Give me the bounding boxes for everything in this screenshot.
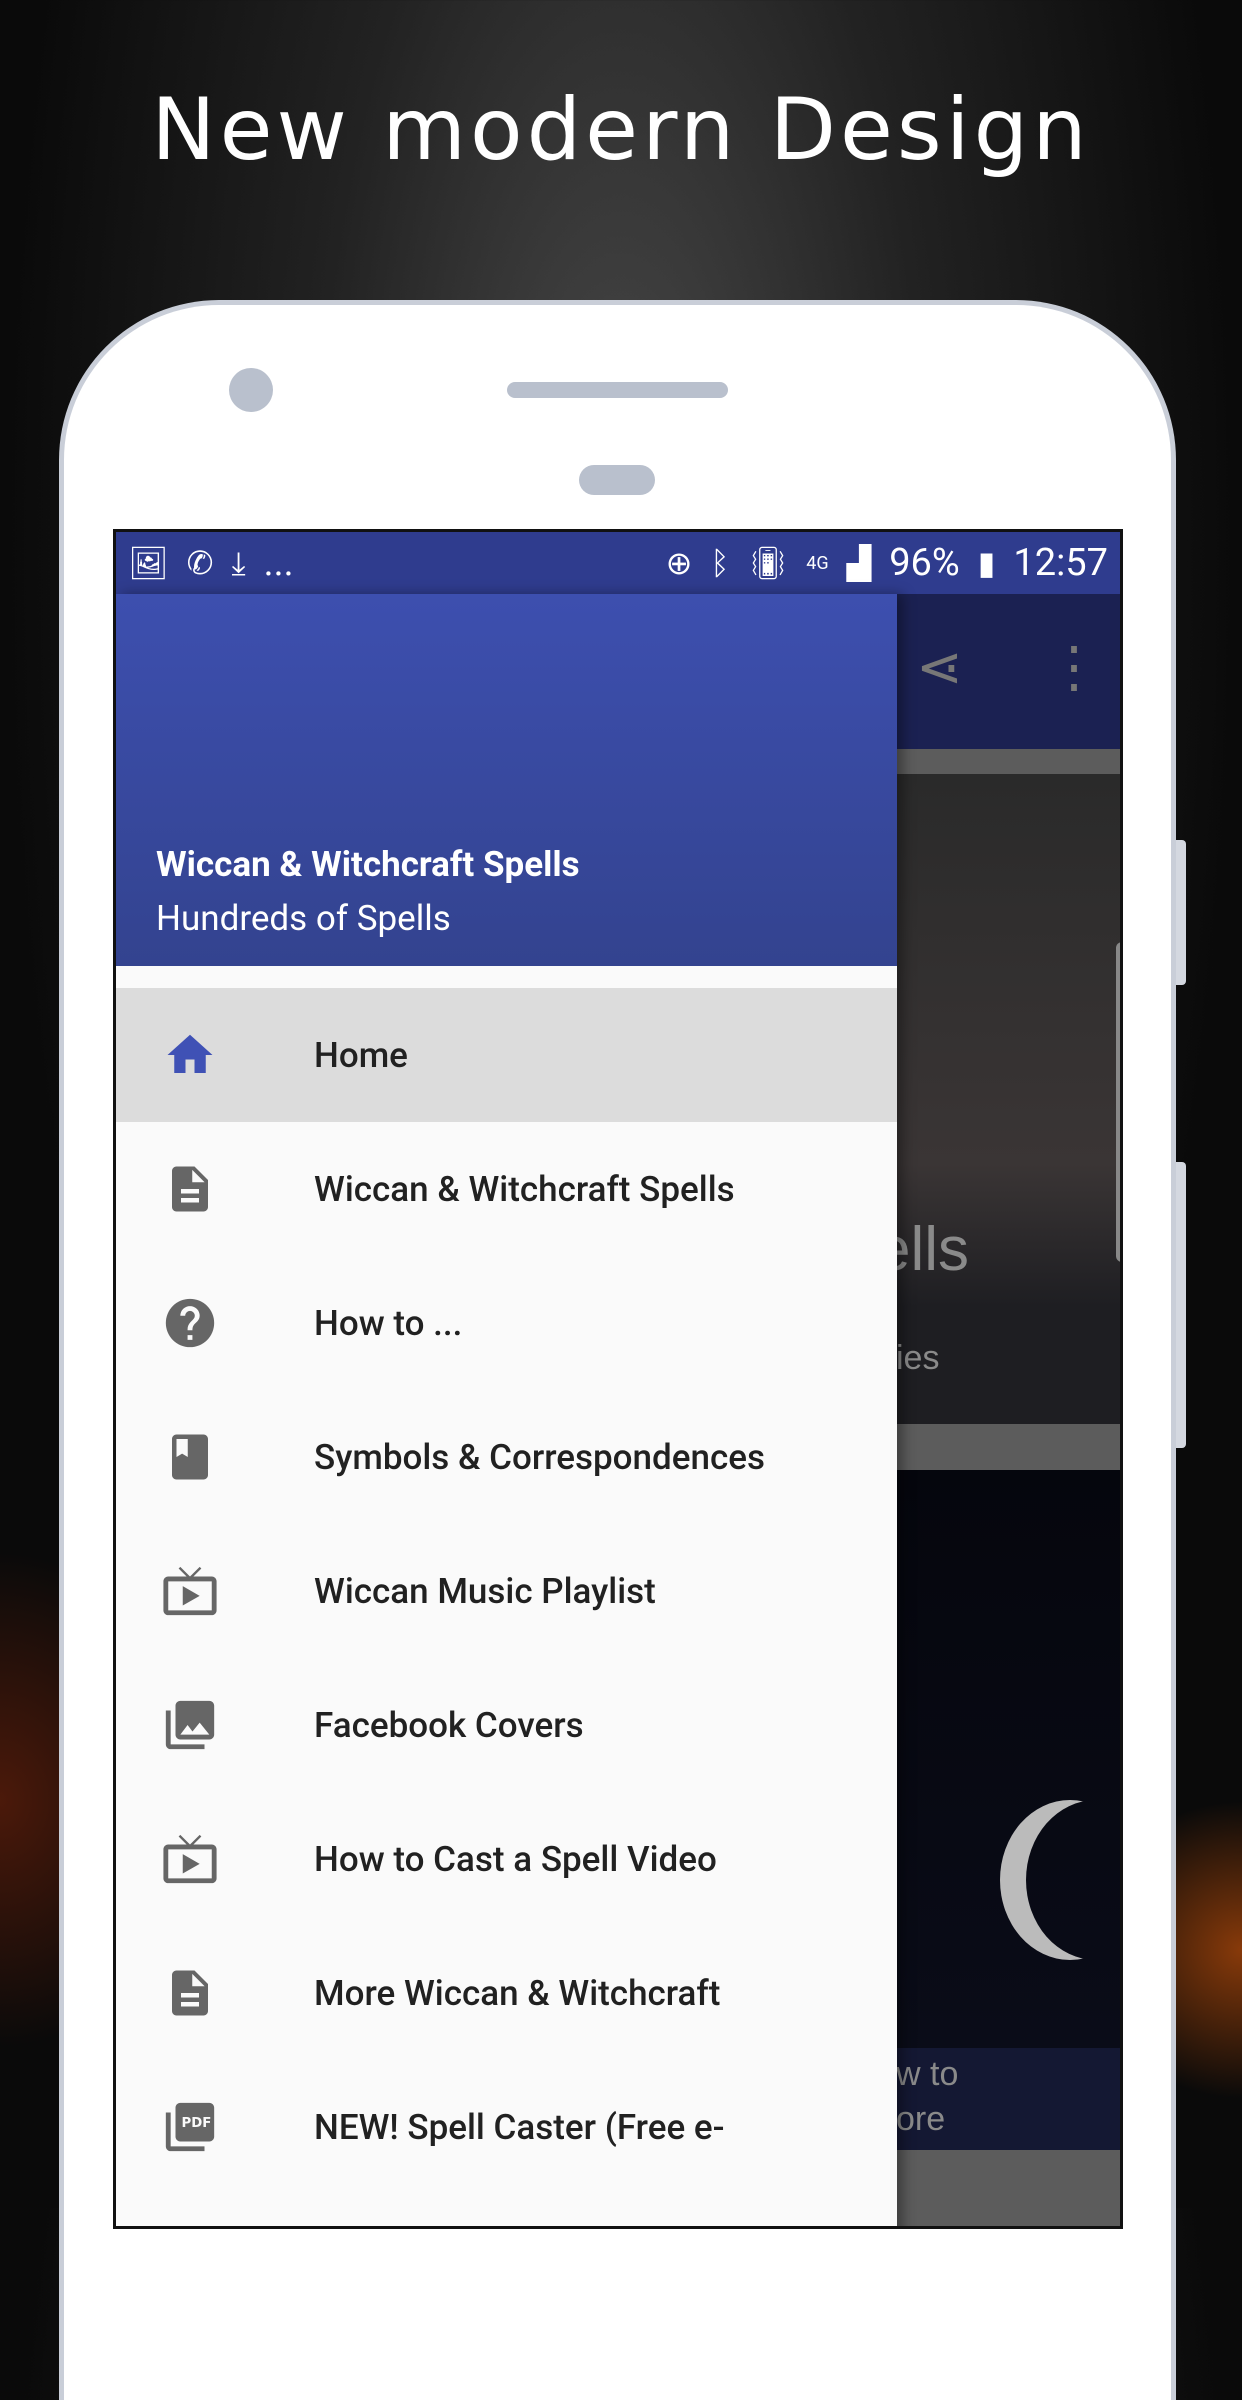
promo-headline: New modern Design xyxy=(151,80,1091,180)
battery-percent: 96% xyxy=(889,541,960,585)
content-card[interactable]: ells ies xyxy=(876,774,1120,1424)
front-camera xyxy=(229,368,273,412)
book-icon xyxy=(160,1427,220,1487)
share-icon[interactable]: ⋖ xyxy=(916,634,963,700)
menu-item-label: Home xyxy=(314,1034,408,1076)
menu-item-label: Wiccan & Witchcraft Spells xyxy=(314,1168,735,1210)
menu-item-music-playlist[interactable]: Wiccan Music Playlist xyxy=(116,1524,897,1658)
signal-icon: ▟ xyxy=(846,544,872,582)
menu-item-cast-spell-video[interactable]: How to Cast a Spell Video xyxy=(116,1792,897,1926)
menu-item-label: How to ... xyxy=(314,1302,463,1344)
menu-item-label: More Wiccan & Witchcraft xyxy=(314,1972,721,2014)
card-text: w to xyxy=(896,2055,959,2093)
menu-item-spell-caster[interactable]: PDF NEW! Spell Caster (Free e- xyxy=(116,2060,897,2194)
phone-side-button xyxy=(1176,840,1186,985)
drawer-header: Wiccan & Witchcraft Spells Hundreds of S… xyxy=(116,594,897,966)
whatsapp-icon: ✆ xyxy=(186,544,214,582)
card-text: ore xyxy=(896,2100,946,2138)
pdf-icon: PDF xyxy=(160,2097,220,2157)
tv-play-icon xyxy=(160,1561,220,1621)
phone-side-button xyxy=(1176,1162,1186,1448)
more-vert-icon[interactable]: ⋮ xyxy=(1046,634,1102,700)
menu-item-label: How to Cast a Spell Video xyxy=(314,1838,717,1880)
tv-play-icon xyxy=(160,1829,220,1889)
drawer-menu: Home Wiccan & Witchcraft Spells How to .… xyxy=(116,966,897,2194)
menu-item-label: Symbols & Correspondences xyxy=(314,1436,766,1478)
help-icon xyxy=(160,1293,220,1353)
menu-item-home[interactable]: Home xyxy=(116,988,897,1122)
4g-icon: 4G xyxy=(806,552,829,574)
notification-overflow: ... xyxy=(263,541,294,585)
photo-library-icon xyxy=(160,1695,220,1755)
bluetooth-icon: ᛒ xyxy=(710,544,730,582)
vibrate-icon: 📳︎ xyxy=(747,544,789,582)
earpiece-speaker xyxy=(507,382,728,398)
menu-item-how-to[interactable]: How to ... xyxy=(116,1256,897,1390)
moon-image xyxy=(1026,1800,1120,1960)
drawer-subtitle: Hundreds of Spells xyxy=(156,898,451,939)
drawer-title: Wiccan & Witchcraft Spells xyxy=(156,844,580,885)
menu-item-symbols[interactable]: Symbols & Correspondences xyxy=(116,1390,897,1524)
menu-item-label: Wiccan Music Playlist xyxy=(314,1570,656,1612)
navigation-drawer: Wiccan & Witchcraft Spells Hundreds of S… xyxy=(116,594,897,2226)
document-icon xyxy=(160,1963,220,2023)
document-icon xyxy=(160,1159,220,1219)
menu-item-label: NEW! Spell Caster (Free e- xyxy=(314,2106,725,2148)
menu-item-spells[interactable]: Wiccan & Witchcraft Spells xyxy=(116,1122,897,1256)
image-icon: 🖼︎ xyxy=(128,544,169,582)
content-card[interactable]: w to ore xyxy=(876,1470,1120,2150)
clock: 12:57 xyxy=(1013,541,1108,585)
battery-charging-icon: ▮ xyxy=(977,544,996,582)
download-icon: ⤓ xyxy=(231,544,246,582)
phone-screen: 🖼︎ ✆ ⤓ ... ⊕ ᛒ 📳︎ 4G ▟ 96% ▮ 12:57 ⋖ ⋮ e… xyxy=(113,529,1123,2229)
menu-item-facebook-covers[interactable]: Facebook Covers xyxy=(116,1658,897,1792)
data-saver-icon: ⊕ xyxy=(665,544,693,582)
menu-item-more-wiccan[interactable]: More Wiccan & Witchcraft xyxy=(116,1926,897,2060)
scrollbar[interactable] xyxy=(1116,942,1120,1262)
proximity-sensor xyxy=(579,465,655,495)
menu-item-label: Facebook Covers xyxy=(314,1704,584,1746)
svg-text:PDF: PDF xyxy=(182,2116,212,2131)
home-icon xyxy=(160,1025,220,1085)
card-subtitle: ies xyxy=(896,1339,940,1377)
status-bar: 🖼︎ ✆ ⤓ ... ⊕ ᛒ 📳︎ 4G ▟ 96% ▮ 12:57 xyxy=(116,532,1120,594)
